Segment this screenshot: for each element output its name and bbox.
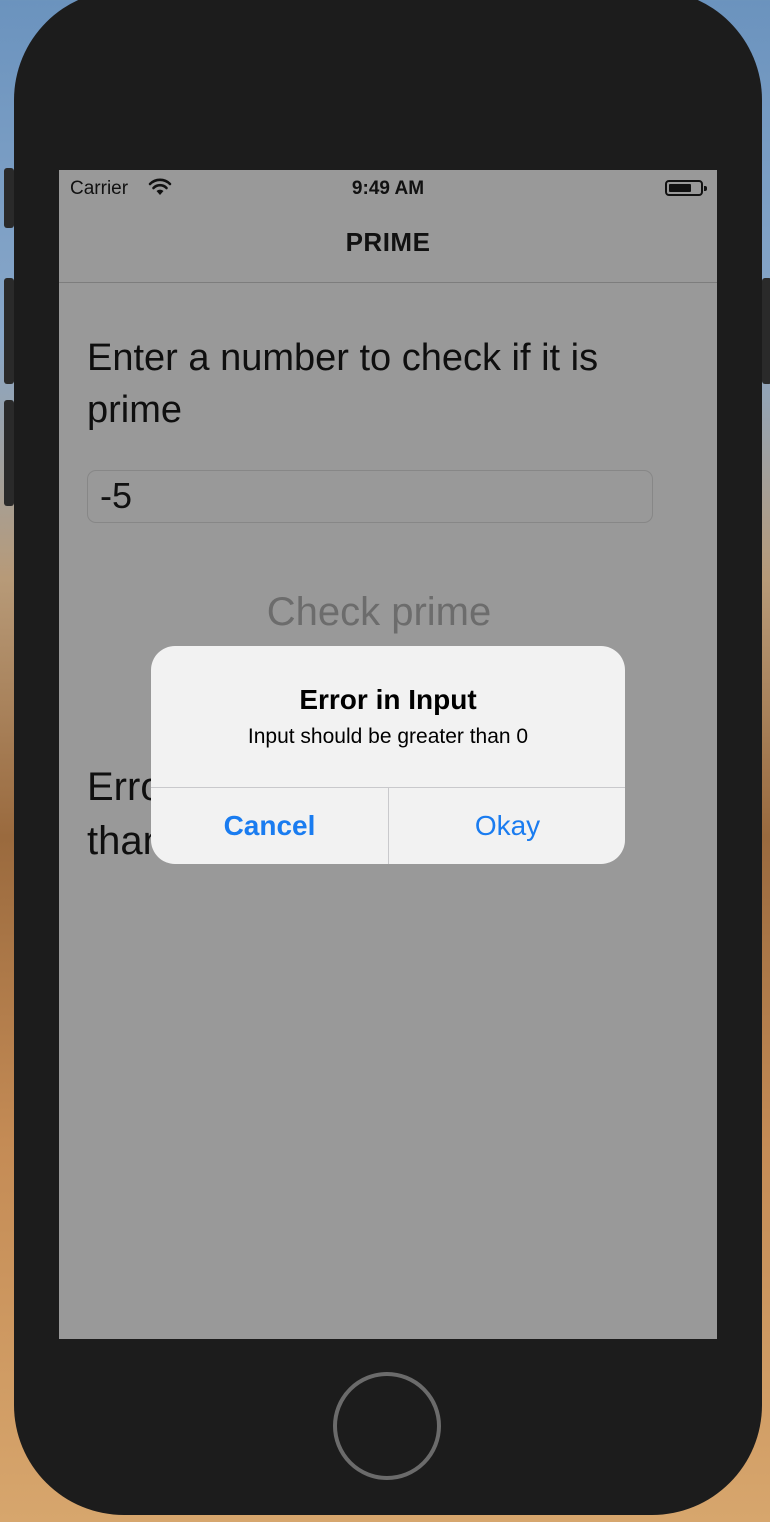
okay-button[interactable]: Okay — [389, 788, 625, 864]
prompt-label: Enter a number to check if it is prime — [87, 337, 599, 431]
power-button — [762, 278, 770, 384]
volume-up-button — [4, 278, 14, 384]
alert-title: Error in Input — [299, 684, 477, 715]
status-time: 9:49 AM — [351, 178, 425, 199]
battery-icon — [665, 180, 707, 196]
alert-message: Input should be greater than 0 — [247, 725, 529, 748]
mute-switch — [4, 168, 14, 228]
navigation-bar: PRIME — [59, 206, 717, 283]
volume-down-button — [4, 400, 14, 506]
cancel-button[interactable]: Cancel — [151, 788, 388, 864]
check-prime-button[interactable]: Check prime — [59, 590, 699, 635]
page-title: PRIME — [345, 227, 431, 257]
number-input[interactable]: -5 — [87, 470, 653, 523]
status-bar: Carrier 9:49 AM — [59, 170, 717, 206]
error-alert-dialog: Error in Input Input should be greater t… — [151, 646, 625, 864]
home-button[interactable] — [333, 1372, 441, 1480]
